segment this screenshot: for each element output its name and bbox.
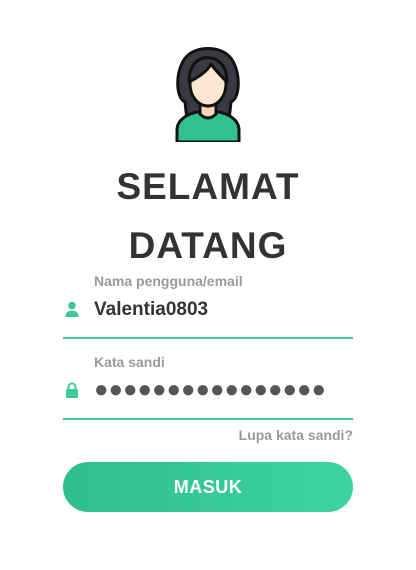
password-label: Kata sandi xyxy=(94,354,165,370)
password-underline xyxy=(63,418,353,420)
password-input[interactable] xyxy=(94,375,349,405)
username-underline xyxy=(63,337,353,339)
lock-icon xyxy=(66,382,78,398)
user-icon xyxy=(65,301,79,317)
welcome-title-line2: DATANG xyxy=(128,225,288,266)
forgot-password-link[interactable]: Lupa kata sandi? xyxy=(239,427,353,443)
login-button[interactable]: MASUK xyxy=(63,462,353,512)
welcome-title-line1: SELAMAT xyxy=(116,166,300,207)
username-label: Nama pengguna/email xyxy=(94,273,243,289)
username-input[interactable] xyxy=(94,296,349,324)
avatar xyxy=(175,47,241,142)
